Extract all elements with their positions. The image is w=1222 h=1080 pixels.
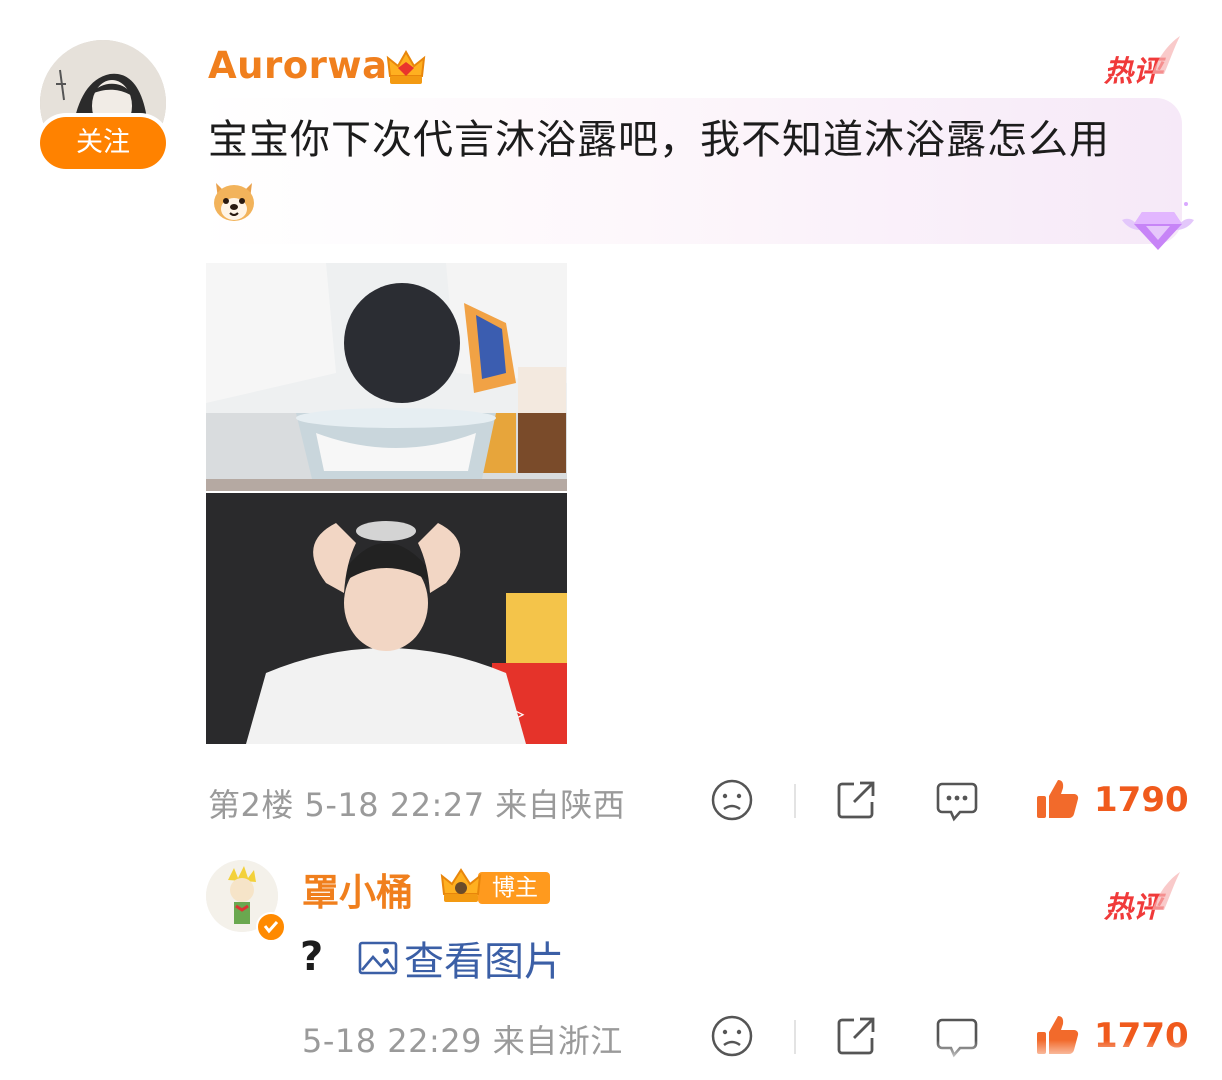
divider xyxy=(794,1020,796,1054)
comment-text: 宝宝你下次代言沐浴露吧，我不知道沐浴露怎么用 xyxy=(208,108,1168,236)
view-image-label: 查看图片 xyxy=(404,939,564,985)
divider xyxy=(794,784,796,818)
comment-text: ? xyxy=(300,934,324,980)
post-image[interactable]: ▷ xyxy=(206,263,567,744)
share-icon[interactable] xyxy=(834,778,878,822)
like-count: 1790 xyxy=(1094,780,1189,820)
wing-icon xyxy=(1148,870,1182,916)
username[interactable]: 罩小桶 xyxy=(302,862,413,916)
fade-overlay xyxy=(900,1040,1222,1080)
verified-badge-icon xyxy=(256,912,286,942)
image-icon xyxy=(358,940,398,976)
sad-face-icon[interactable] xyxy=(710,778,754,822)
blogger-tag: 博主 xyxy=(478,872,550,904)
crown-icon xyxy=(438,864,484,908)
share-icon[interactable] xyxy=(834,1014,878,1058)
crown-icon xyxy=(384,46,428,90)
view-image-link[interactable]: 查看图片 xyxy=(358,934,564,985)
comment-icon[interactable] xyxy=(934,778,980,824)
comment-meta: 5-18 22:29 来自浙江 xyxy=(302,1022,623,1060)
comment-meta: 第2楼 5-18 22:27 来自陕西 xyxy=(208,786,626,824)
username[interactable]: Aurorwa xyxy=(208,44,388,87)
wing-icon xyxy=(1148,34,1182,80)
dog-emoji-icon xyxy=(208,173,260,225)
sad-face-icon[interactable] xyxy=(710,1014,754,1058)
follow-button[interactable]: 关注 xyxy=(40,117,166,169)
gem-badge-icon xyxy=(1118,196,1198,258)
thumbs-up-icon[interactable] xyxy=(1034,776,1080,822)
